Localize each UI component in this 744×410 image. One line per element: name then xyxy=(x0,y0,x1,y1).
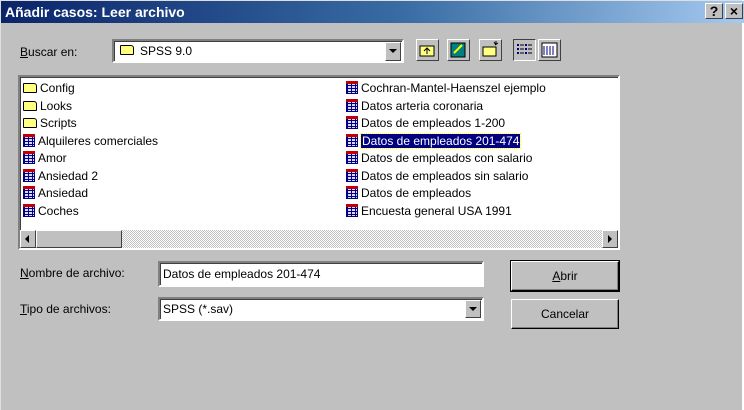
help-button[interactable]: ? xyxy=(705,3,723,19)
file-list-item[interactable]: Datos de empleados 1-200 xyxy=(346,115,505,131)
scroll-right-button[interactable] xyxy=(602,230,618,248)
file-name: Datos de empleados sin salario xyxy=(361,168,529,183)
open-file-dialog: Añadir casos: Leer archivo ? × Buscar en… xyxy=(0,0,744,410)
new-folder-button[interactable] xyxy=(479,39,502,61)
file-list-item[interactable]: Coches xyxy=(23,203,79,219)
file-list-item[interactable]: Config xyxy=(23,80,75,96)
file-list-item[interactable]: Encuesta general USA 1991 xyxy=(346,203,512,219)
lookin-label: Buscar en: xyxy=(20,45,78,59)
scroll-track[interactable] xyxy=(36,230,602,248)
file-name: Datos de empleados xyxy=(361,186,472,200)
file-name: Scripts xyxy=(40,116,77,130)
new-folder-icon xyxy=(482,41,499,57)
data-file-icon xyxy=(346,203,358,217)
file-name: Datos arteria coronaria xyxy=(361,98,484,113)
filetype-label: Tipo de archivos: xyxy=(20,302,111,316)
title-bar[interactable]: Añadir casos: Leer archivo ? × xyxy=(1,1,744,23)
file-list-item[interactable]: Ansiedad xyxy=(23,185,88,201)
filetype-dropdown-button[interactable] xyxy=(465,300,481,318)
lookin-dropdown-button[interactable] xyxy=(385,42,401,61)
file-name: Encuesta general USA 1991 xyxy=(361,203,512,218)
file-name: Datos de empleados 201-474 xyxy=(359,132,522,149)
file-name: Amor xyxy=(38,151,67,165)
details-view-icon xyxy=(541,42,558,58)
file-name: Coches xyxy=(38,203,79,218)
data-file-icon xyxy=(346,186,358,199)
window-title: Añadir casos: Leer archivo xyxy=(5,4,185,20)
file-list-item[interactable]: Amor xyxy=(23,150,67,166)
folder-icon xyxy=(120,43,137,57)
file-name: Datos de empleados 1-200 xyxy=(361,116,506,130)
file-name: Datos de empleados con salario xyxy=(361,151,533,165)
list-view-button[interactable] xyxy=(513,39,536,61)
desktop-button[interactable] xyxy=(447,39,470,61)
file-name: Config xyxy=(40,81,75,95)
file-list-item[interactable]: Looks xyxy=(23,98,72,114)
data-file-icon xyxy=(23,168,35,182)
file-list-item[interactable]: Datos de empleados 201-474 xyxy=(346,132,522,149)
file-list-item[interactable]: Alquileres comerciales xyxy=(23,133,158,149)
list-view-icon xyxy=(517,44,532,54)
data-file-icon xyxy=(23,203,35,217)
data-file-icon xyxy=(346,116,358,129)
folder-icon xyxy=(23,118,37,128)
data-file-icon xyxy=(23,186,35,199)
folder-icon xyxy=(23,83,37,93)
data-file-icon xyxy=(346,98,358,112)
filetype-combobox[interactable]: SPSS (*.sav) xyxy=(158,297,484,321)
lookin-combobox[interactable]: SPSS 9.0 xyxy=(112,39,404,63)
filename-input[interactable]: Datos de empleados 201-474 xyxy=(158,261,484,287)
up-one-level-button[interactable] xyxy=(416,39,439,61)
cancel-button[interactable]: Cancelar xyxy=(511,299,619,329)
data-file-icon xyxy=(346,81,358,94)
horizontal-scrollbar[interactable] xyxy=(20,230,618,248)
desktop-icon xyxy=(450,42,466,58)
file-name: Ansiedad xyxy=(38,186,89,200)
folder-icon xyxy=(23,100,37,111)
file-list-item[interactable]: Datos de empleados xyxy=(346,185,471,201)
data-file-icon xyxy=(23,151,35,164)
scroll-left-button[interactable] xyxy=(20,230,36,248)
file-name: Looks xyxy=(40,98,73,113)
file-name: Alquileres comerciales xyxy=(38,133,159,148)
file-list-item[interactable]: Datos de empleados con salario xyxy=(346,150,532,166)
filename-value: Datos de empleados 201-474 xyxy=(163,267,321,281)
open-button[interactable]: Abrir xyxy=(510,260,620,292)
scroll-thumb[interactable] xyxy=(36,230,122,248)
file-name: Ansiedad 2 xyxy=(38,168,99,183)
filetype-value: SPSS (*.sav) xyxy=(163,302,234,316)
file-list-item[interactable]: Datos arteria coronaria xyxy=(346,98,483,114)
details-view-button[interactable] xyxy=(538,39,561,61)
data-file-icon xyxy=(346,151,358,164)
file-name: Cochran-Mantel-Haenszel ejemplo xyxy=(361,81,546,95)
filename-label: Nombre de archivo: xyxy=(20,266,125,280)
file-list-item[interactable]: Scripts xyxy=(23,115,77,131)
file-list[interactable]: Config Looks Scripts Alquileres comerciales… xyxy=(18,75,620,250)
file-list-item[interactable]: Ansiedad 2 xyxy=(23,168,98,184)
up-folder-icon xyxy=(419,45,435,57)
file-list-item[interactable]: Cochran-Mantel-Haenszel ejemplo xyxy=(346,80,546,96)
data-file-icon xyxy=(23,133,35,147)
data-file-icon xyxy=(346,168,358,182)
lookin-value: SPSS 9.0 xyxy=(140,44,193,58)
file-list-item[interactable]: Datos de empleados sin salario xyxy=(346,168,528,184)
data-file-icon xyxy=(346,133,358,147)
close-button[interactable]: × xyxy=(725,3,743,19)
